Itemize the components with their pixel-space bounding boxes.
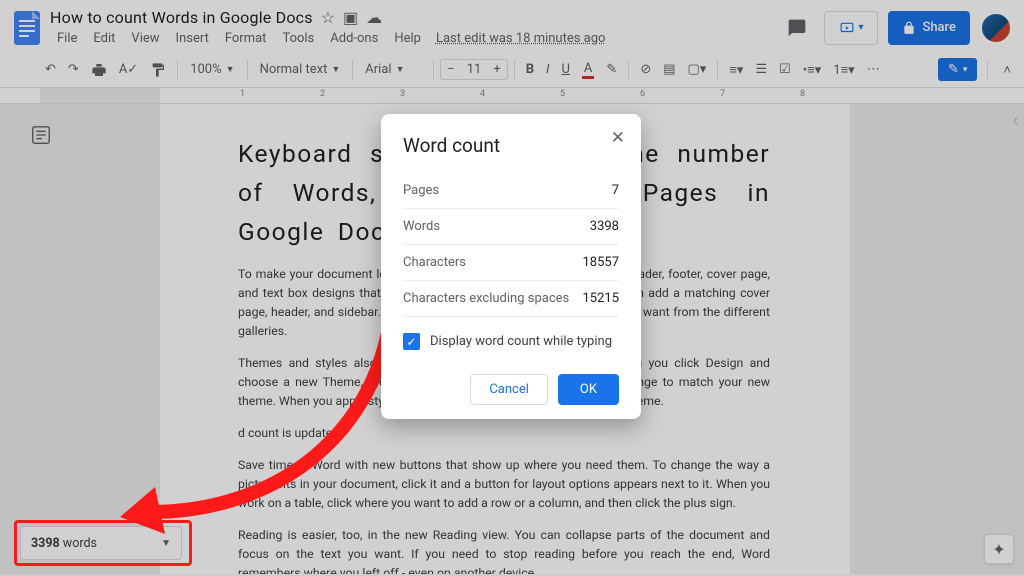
explore-button-icon[interactable]: ✦ <box>984 534 1014 564</box>
underline-icon[interactable]: U <box>556 58 574 81</box>
row-label: Characters <box>403 255 466 270</box>
menubar: File Edit View Insert Format Tools Add-o… <box>50 29 780 48</box>
present-button[interactable]: ▾ <box>824 11 878 45</box>
row-label: Words <box>403 219 440 234</box>
font-size-stepper[interactable]: − 11 + <box>440 59 507 80</box>
cloud-saved-icon[interactable]: ☁ <box>366 8 382 27</box>
align-icon[interactable]: ≡▾ <box>724 58 748 82</box>
text-color-icon[interactable]: A <box>577 57 599 83</box>
menu-file[interactable]: File <box>50 29 84 48</box>
doc-paragraph: Save time in Word with new buttons that … <box>238 457 770 514</box>
share-button[interactable]: Share <box>888 11 970 45</box>
word-count-pill[interactable]: 3398 words ▼ <box>20 526 182 560</box>
style-dropdown[interactable]: Normal text ▼ <box>254 60 347 79</box>
last-edit-link[interactable]: Last edit was 18 minutes ago <box>436 31 606 46</box>
line-spacing-icon[interactable]: ☰ <box>750 58 772 81</box>
horizontal-ruler[interactable]: 1 2 3 4 5 6 7 8 <box>0 88 1024 104</box>
menu-tools[interactable]: Tools <box>275 29 321 48</box>
comment-icon[interactable]: ▤ <box>658 58 680 81</box>
menu-view[interactable]: View <box>124 29 166 48</box>
row-label: Characters excluding spaces <box>403 291 569 306</box>
link-icon[interactable]: ⊘ <box>635 58 656 81</box>
star-icon[interactable]: ☆ <box>321 8 335 27</box>
row-value: 7 <box>612 183 619 198</box>
docs-logo-icon[interactable] <box>8 9 46 47</box>
increase-font-icon[interactable]: + <box>487 60 506 79</box>
paint-format-icon[interactable] <box>145 58 171 82</box>
wc-count: 3398 <box>31 536 60 551</box>
menu-format[interactable]: Format <box>218 29 274 48</box>
menu-edit[interactable]: Edit <box>86 29 122 48</box>
close-icon[interactable]: ✕ <box>611 128 625 148</box>
wc-label: words <box>63 536 97 551</box>
chevron-down-icon: ▼ <box>161 538 171 549</box>
font-dropdown[interactable]: Arial ▼ <box>359 60 427 79</box>
row-label: Pages <box>403 183 439 198</box>
doc-paragraph: Reading is easier, too, in the new Readi… <box>238 527 770 574</box>
more-icon[interactable]: ⋯ <box>862 58 885 81</box>
undo-icon[interactable]: ↶ <box>40 58 61 81</box>
word-count-dialog: ✕ Word count Pages 7 Words 3398 Characters… <box>381 114 641 419</box>
header: How to count Words in Google Docs ☆ ▣ ☁ … <box>0 0 1024 52</box>
font-size-value[interactable]: 11 <box>461 60 488 79</box>
collapse-toolbar-icon[interactable]: ˄ <box>998 58 1016 82</box>
dialog-title: Word count <box>403 134 619 157</box>
move-icon[interactable]: ▣ <box>343 8 358 27</box>
share-label: Share <box>922 20 956 35</box>
editing-mode-button[interactable]: ✎ ▾ <box>938 58 977 81</box>
cancel-button[interactable]: Cancel <box>470 374 548 405</box>
comment-history-icon[interactable] <box>780 11 814 45</box>
decrease-font-icon[interactable]: − <box>441 60 460 79</box>
row-value: 3398 <box>590 219 619 234</box>
image-icon[interactable]: ▢▾ <box>683 58 712 81</box>
toolbar: ↶ ↷ A✓ 100% ▼ Normal text ▼ Arial ▼ − 11… <box>0 52 1024 88</box>
italic-icon[interactable]: I <box>541 58 554 81</box>
display-while-typing-checkbox[interactable]: ✓ <box>403 333 420 350</box>
row-value: 15215 <box>582 291 619 306</box>
bulleted-list-icon[interactable]: •≡▾ <box>798 58 827 82</box>
menu-addons[interactable]: Add-ons <box>323 29 385 48</box>
zoom-dropdown[interactable]: 100% ▼ <box>184 60 240 79</box>
document-title[interactable]: How to count Words in Google Docs <box>50 8 313 27</box>
bold-icon[interactable]: B <box>521 58 539 81</box>
spellcheck-icon[interactable]: A✓ <box>114 58 143 81</box>
redo-icon[interactable]: ↷ <box>63 58 84 81</box>
highlight-icon[interactable]: ✎ <box>601 58 622 81</box>
print-icon[interactable] <box>86 58 112 82</box>
doc-paragraph: d count is updated. <box>238 425 770 444</box>
outline-toggle-icon[interactable] <box>30 124 52 146</box>
avatar[interactable] <box>980 12 1012 44</box>
menu-help[interactable]: Help <box>387 29 428 48</box>
numbered-list-icon[interactable]: 1≡▾ <box>828 58 859 82</box>
checklist-icon[interactable]: ☑ <box>774 58 796 81</box>
menu-insert[interactable]: Insert <box>169 29 216 48</box>
row-value: 18557 <box>582 255 619 270</box>
checkbox-label: Display word count while typing <box>430 334 612 349</box>
sidebar-collapse-icon[interactable]: ‹ <box>1013 110 1018 131</box>
ok-button[interactable]: OK <box>558 374 619 405</box>
